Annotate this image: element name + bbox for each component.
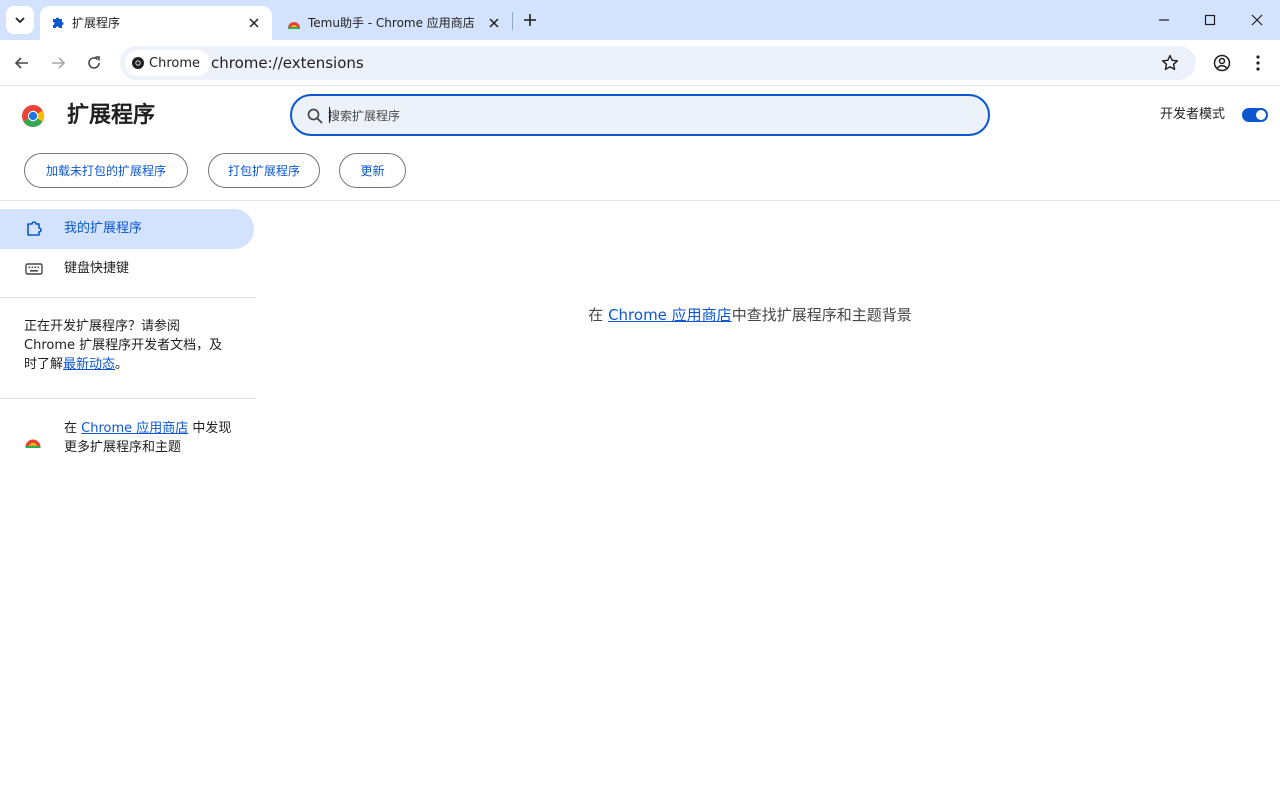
promo-prefix: 在	[64, 421, 82, 436]
account-icon	[1213, 54, 1231, 72]
update-button[interactable]: 更新	[339, 153, 406, 188]
maximize-button[interactable]	[1187, 0, 1233, 40]
chrome-web-store-icon	[25, 439, 41, 448]
sidebar-divider	[0, 297, 256, 298]
sidebar-item-label: 我的扩展程序	[64, 221, 143, 236]
puzzle-icon	[53, 17, 64, 28]
close-tab-button[interactable]	[484, 13, 504, 33]
back-button[interactable]	[8, 49, 36, 77]
tab-search-button[interactable]	[6, 6, 34, 34]
menu-button[interactable]	[1247, 52, 1269, 74]
chrome-web-store-link[interactable]: Chrome 应用商店	[81, 421, 188, 436]
chevron-down-icon	[15, 17, 25, 24]
tab-title: Temu助手 - Chrome 应用商店	[308, 16, 475, 30]
maximize-icon	[1204, 14, 1216, 26]
tab-title: 扩展程序	[72, 16, 121, 30]
sidebar-item-label: 键盘快捷键	[64, 261, 130, 276]
extensions-header: 扩展程序 开发者模式	[0, 87, 1280, 143]
load-unpacked-button[interactable]: 加载未打包的扩展程序	[24, 153, 188, 188]
page-title: 扩展程序	[67, 103, 156, 128]
sidebar-item-my-extensions[interactable]: 我的扩展程序	[0, 209, 254, 249]
close-icon	[489, 18, 499, 28]
pack-extension-button[interactable]: 打包扩展程序	[208, 153, 320, 188]
arrow-left-icon	[14, 57, 28, 69]
more-vertical-icon	[1256, 55, 1260, 71]
text-caret	[329, 107, 330, 123]
chrome-logo-icon	[22, 105, 44, 127]
address-bar[interactable]: Chrome chrome://extensions	[120, 46, 1196, 80]
dev-note-suffix: 。	[115, 357, 129, 372]
arrow-right-icon	[52, 57, 66, 69]
minimize-icon	[1159, 19, 1169, 21]
sidebar: 我的扩展程序 键盘快捷键 正在开发扩展程序？请参阅 Chrome 扩展程序开发者…	[0, 201, 256, 800]
plus-icon	[524, 14, 536, 26]
tab-extensions[interactable]: 扩展程序	[40, 6, 272, 40]
site-info-label: Chrome	[149, 55, 200, 71]
search-bar[interactable]	[290, 94, 990, 136]
profile-button[interactable]	[1211, 52, 1233, 74]
close-icon	[249, 18, 259, 28]
empty-state-suffix: 中查找扩展程序和主题背景	[731, 306, 912, 324]
url-text[interactable]: chrome://extensions	[211, 53, 364, 73]
chrome-web-store-link[interactable]: Chrome 应用商店	[608, 306, 732, 324]
tab-strip: 扩展程序 Temu助手 - Chrome 应用商店	[0, 0, 1280, 40]
toggle-knob	[1256, 110, 1266, 120]
site-info-chip[interactable]: Chrome	[125, 50, 210, 76]
minimize-button[interactable]	[1141, 0, 1187, 40]
chrome-web-store-icon	[288, 22, 300, 29]
close-icon	[1251, 14, 1263, 26]
sidebar-item-keyboard-shortcuts[interactable]: 键盘快捷键	[0, 249, 254, 289]
browser-toolbar: Chrome chrome://extensions	[0, 40, 1280, 86]
latest-news-link[interactable]: 最新动态	[63, 357, 115, 372]
developer-mode-label: 开发者模式	[1160, 107, 1226, 122]
empty-state-prefix: 在	[588, 306, 609, 324]
empty-state-message: 在 Chrome 应用商店中查找扩展程序和主题背景	[256, 304, 1244, 326]
web-store-promo: 在 Chrome 应用商店 中发现更多扩展程序和主题	[0, 419, 256, 459]
sidebar-divider	[0, 398, 256, 399]
extension-actions: 加载未打包的扩展程序 打包扩展程序 更新	[0, 153, 1280, 193]
chrome-icon	[132, 57, 144, 69]
tab-separator	[512, 12, 513, 30]
developer-mode-toggle[interactable]	[1242, 108, 1268, 122]
extension-icon	[27, 221, 42, 236]
forward-button[interactable]	[44, 49, 72, 77]
new-tab-button[interactable]	[518, 8, 542, 32]
star-icon[interactable]	[1160, 53, 1180, 73]
tab-temu-store[interactable]: Temu助手 - Chrome 应用商店	[276, 6, 512, 40]
reload-icon	[88, 56, 100, 69]
keyboard-icon	[25, 263, 43, 275]
web-store-promo-text: 在 Chrome 应用商店 中发现更多扩展程序和主题	[64, 419, 244, 457]
close-window-button[interactable]	[1234, 0, 1280, 40]
search-input[interactable]	[328, 106, 928, 126]
reload-button[interactable]	[80, 49, 108, 77]
developer-docs-note: 正在开发扩展程序？请参阅 Chrome 扩展程序开发者文档，及时了解最新动态。	[24, 317, 234, 374]
close-tab-button[interactable]	[244, 13, 264, 33]
search-icon	[307, 108, 323, 124]
